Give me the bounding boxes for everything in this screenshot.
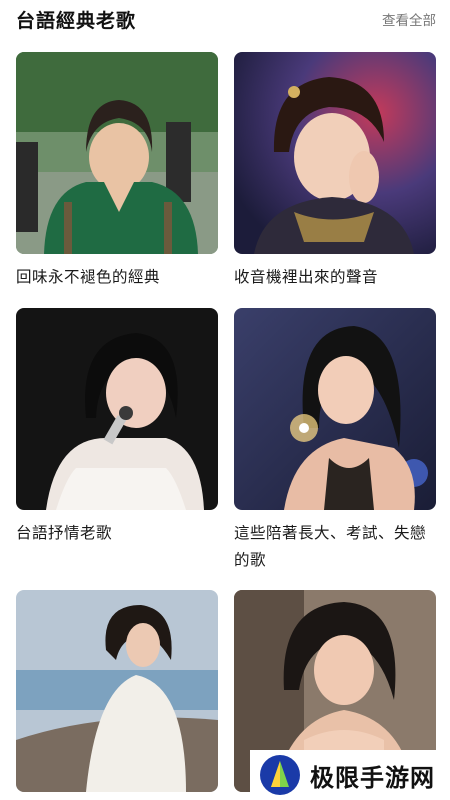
section-header: 台語經典老歌 查看全部 [16,0,436,38]
playlist-title[interactable]: 回味永不褪色的經典 [16,264,218,291]
cover-image [16,52,218,254]
cover-image [234,308,436,510]
playlist-card[interactable]: 台語抒情老歌 [16,308,218,547]
playlist-card[interactable] [16,590,218,800]
watermark-text: 极限手游网 [310,763,435,792]
music-section-page: 台語經典老歌 查看全部 回味永不褪色的經典 收音機裡出來的聲音 台語抒情老歌 這… [0,0,450,800]
playlist-title[interactable]: 台語抒情老歌 [16,520,218,547]
watermark-logo-icon [260,755,300,795]
playlist-cover[interactable] [16,52,218,254]
playlist-card[interactable]: 回味永不褪色的經典 [16,52,218,291]
playlist-title[interactable]: 這些陪著長大、考試、失戀的歌 [234,520,436,574]
section-title: 台語經典老歌 [16,9,137,32]
cover-image [16,308,218,510]
playlist-cover[interactable] [234,308,436,510]
see-all-link[interactable]: 查看全部 [382,9,436,29]
cover-image [234,52,436,254]
playlist-card[interactable]: 收音機裡出來的聲音 [234,52,436,291]
playlist-cover[interactable] [234,52,436,254]
playlist-title[interactable]: 收音機裡出來的聲音 [234,264,436,291]
playlist-cover[interactable] [16,590,218,792]
cover-image [16,590,218,792]
watermark: 极限手游网 [250,750,450,800]
playlist-cover[interactable] [16,308,218,510]
playlist-card[interactable]: 這些陪著長大、考試、失戀的歌 [234,308,436,574]
